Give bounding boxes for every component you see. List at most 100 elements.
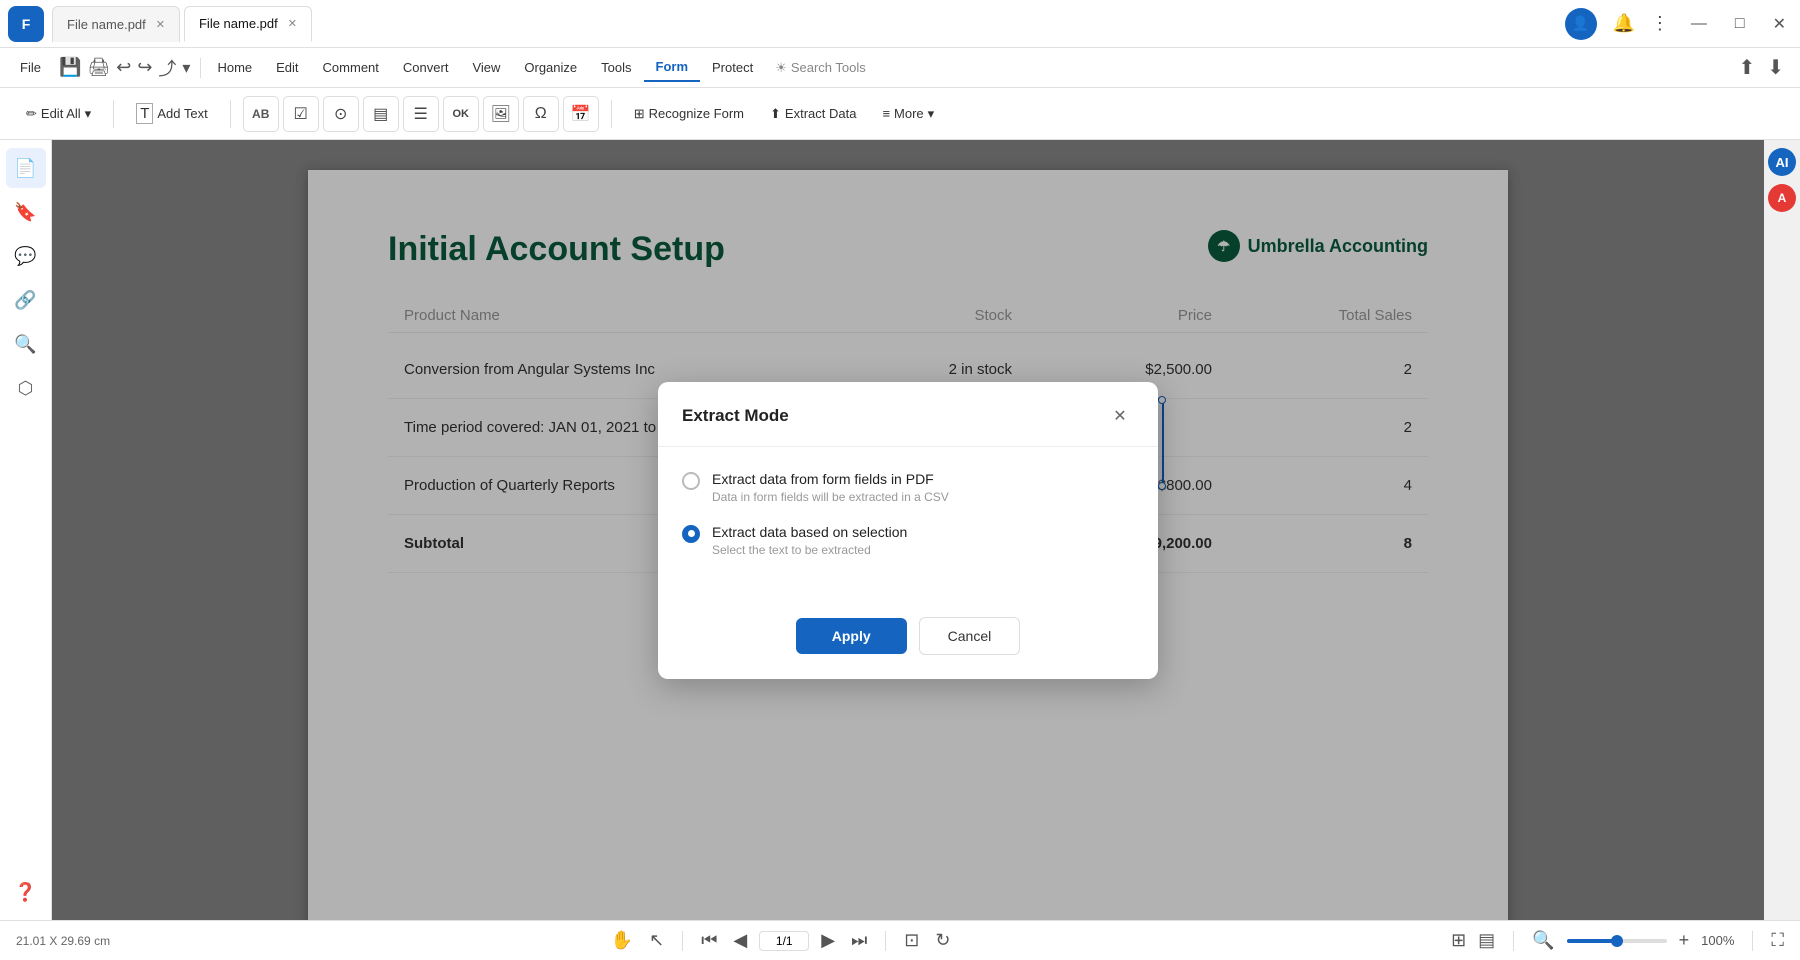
image-field-icon[interactable]: 🖼 [483, 96, 519, 132]
next-page-button[interactable]: ▶ [817, 926, 839, 955]
text-field-icon[interactable]: AB [243, 96, 279, 132]
ai-button[interactable]: AI [1768, 148, 1796, 176]
view-mode-icon[interactable]: ▤ [1478, 930, 1495, 951]
zoom-fill [1567, 939, 1617, 943]
form-fields-group: AB ☑ ⊙ ▤ ☰ OK 🖼 Ω 📅 [243, 96, 599, 132]
close-button[interactable]: ✕ [1767, 14, 1792, 34]
checkbox-icon[interactable]: ☑ [283, 96, 319, 132]
cancel-button[interactable]: Cancel [919, 617, 1021, 655]
zoom-percent: 100% [1701, 933, 1734, 948]
sidebar-item-search[interactable]: 🔍 [6, 324, 46, 364]
tab-2[interactable]: File name.pdf ✕ [184, 6, 312, 42]
more-icon[interactable]: ⋮ [1651, 13, 1669, 34]
search-tools-label: Search Tools [791, 60, 866, 75]
toolbar-save-icon[interactable]: 💾 [59, 57, 81, 78]
app-logo: F [8, 6, 44, 42]
rotate-icon[interactable]: ↻ [931, 926, 954, 955]
prev-page-button[interactable]: ◀ [729, 926, 751, 955]
zoom-out-button[interactable]: 🔍 [1532, 930, 1554, 951]
option1-label: Extract data from form fields in PDF [712, 471, 949, 487]
add-text-button[interactable]: T Add Text [126, 97, 218, 130]
minimize-button[interactable]: — [1685, 15, 1713, 33]
zoom-controls: ⊞ ▤ 🔍 + 100% ⛶ [1451, 930, 1784, 951]
title-bar-right: 👤 🔔 ⋮ — □ ✕ [1565, 8, 1793, 40]
sync-icon[interactable]: ⬇ [1767, 55, 1784, 80]
page-input[interactable] [759, 931, 809, 951]
combobox-icon[interactable]: ▤ [363, 96, 399, 132]
zoom-in-button[interactable]: + [1679, 930, 1690, 951]
menu-organize[interactable]: Organize [512, 54, 589, 81]
menu-protect[interactable]: Protect [700, 54, 765, 81]
more-button[interactable]: ≡ More ▾ [872, 100, 944, 128]
menu-search-tools[interactable]: ☀ Search Tools [765, 54, 876, 82]
modal-footer: Apply Cancel [658, 601, 1158, 679]
toolbar-share-icon[interactable]: ⤴ [158, 55, 176, 81]
extract-data-button[interactable]: ⬆ Extract Data [760, 100, 866, 128]
page-mode-icon[interactable]: ⊞ [1451, 930, 1466, 951]
first-page-button[interactable]: ⏮ [697, 926, 721, 955]
option2-desc: Select the text to be extracted [712, 543, 907, 557]
sidebar-item-links[interactable]: 🔗 [6, 280, 46, 320]
maximize-button[interactable]: □ [1729, 15, 1751, 33]
toolbar-redo-icon[interactable]: ↪ [137, 57, 152, 78]
zoom-sep-1 [1513, 931, 1514, 951]
zoom-sep-2 [1752, 931, 1753, 951]
menu-file[interactable]: File [8, 54, 53, 81]
radio-icon[interactable]: ⊙ [323, 96, 359, 132]
formula-icon[interactable]: Ω [523, 96, 559, 132]
sidebar-item-help[interactable]: ❓ [6, 872, 46, 912]
menu-home[interactable]: Home [205, 54, 264, 81]
menu-tools[interactable]: Tools [589, 54, 643, 81]
tab-1-close[interactable]: ✕ [156, 18, 165, 31]
fit-page-icon[interactable]: ⊡ [900, 926, 923, 955]
date-icon[interactable]: 📅 [563, 96, 599, 132]
sidebar-item-layers[interactable]: ⬡ [6, 368, 46, 408]
recognize-form-icon: ⊞ [634, 106, 645, 122]
sidebar-item-pages[interactable]: 📄 [6, 148, 46, 188]
option1-desc: Data in form fields will be extracted in… [712, 490, 949, 504]
menu-edit[interactable]: Edit [264, 54, 310, 81]
toolbar-print-icon[interactable]: 🖨 [87, 57, 110, 78]
edit-all-button[interactable]: ✏ Edit All ▾ [16, 100, 101, 128]
toolbar-sep-3 [611, 100, 612, 128]
option1-text: Extract data from form fields in PDF Dat… [712, 471, 949, 504]
last-page-button[interactable]: ⏭ [847, 926, 871, 955]
notification-icon[interactable]: 🔔 [1613, 13, 1635, 34]
fullscreen-button[interactable]: ⛶ [1771, 930, 1784, 951]
modal-close-button[interactable]: ✕ [1106, 402, 1134, 430]
status-bar: 21.01 X 29.69 cm ✋ ↖ ⏮ ◀ ▶ ⏭ ⊡ ↻ ⊞ ▤ 🔍 +… [0, 920, 1800, 960]
cursor-tool-icon[interactable]: ✋ [607, 926, 637, 955]
toolbar-undo-icon[interactable]: ↩ [116, 57, 131, 78]
avatar[interactable]: 👤 [1565, 8, 1597, 40]
tab-1[interactable]: File name.pdf ✕ [52, 6, 180, 42]
modal-header: Extract Mode ✕ [658, 382, 1158, 447]
option2-label: Extract data based on selection [712, 524, 907, 540]
zoom-slider[interactable] [1567, 939, 1667, 943]
zoom-thumb[interactable] [1611, 935, 1623, 947]
tab-2-close[interactable]: ✕ [288, 17, 297, 30]
menu-form[interactable]: Form [644, 53, 701, 82]
modal-title: Extract Mode [682, 406, 789, 426]
option1-radio[interactable]: Extract data from form fields in PDF Dat… [682, 471, 1134, 504]
sidebar-item-comments[interactable]: 💬 [6, 236, 46, 276]
cloud-upload-icon[interactable]: ⬆ [1738, 55, 1755, 80]
more-dropdown-icon: ▾ [928, 106, 935, 122]
more-icon: ≡ [882, 106, 890, 121]
menu-view[interactable]: View [460, 54, 512, 81]
left-sidebar: 📄 🔖 💬 🔗 🔍 ⬡ ❓ [0, 140, 52, 920]
ok-icon[interactable]: OK [443, 96, 479, 132]
apply-button[interactable]: Apply [796, 618, 907, 654]
sidebar-item-bookmarks[interactable]: 🔖 [6, 192, 46, 232]
recognize-form-button[interactable]: ⊞ Recognize Form [624, 100, 754, 128]
toolbar-group-edit: ✏ Edit All ▾ [16, 100, 101, 128]
menu-convert[interactable]: Convert [391, 54, 461, 81]
menu-comment[interactable]: Comment [311, 54, 391, 81]
add-text-icon: T [136, 103, 153, 124]
option2-radio[interactable]: Extract data based on selection Select t… [682, 524, 1134, 557]
edit-all-dropdown-icon: ▾ [85, 106, 92, 122]
select-tool-icon[interactable]: ↖ [645, 926, 668, 955]
listbox-icon[interactable]: ☰ [403, 96, 439, 132]
page-dimensions: 21.01 X 29.69 cm [16, 934, 110, 948]
accessibility-button[interactable]: A [1768, 184, 1796, 212]
toolbar-dropdown-icon[interactable]: ▾ [182, 58, 190, 78]
